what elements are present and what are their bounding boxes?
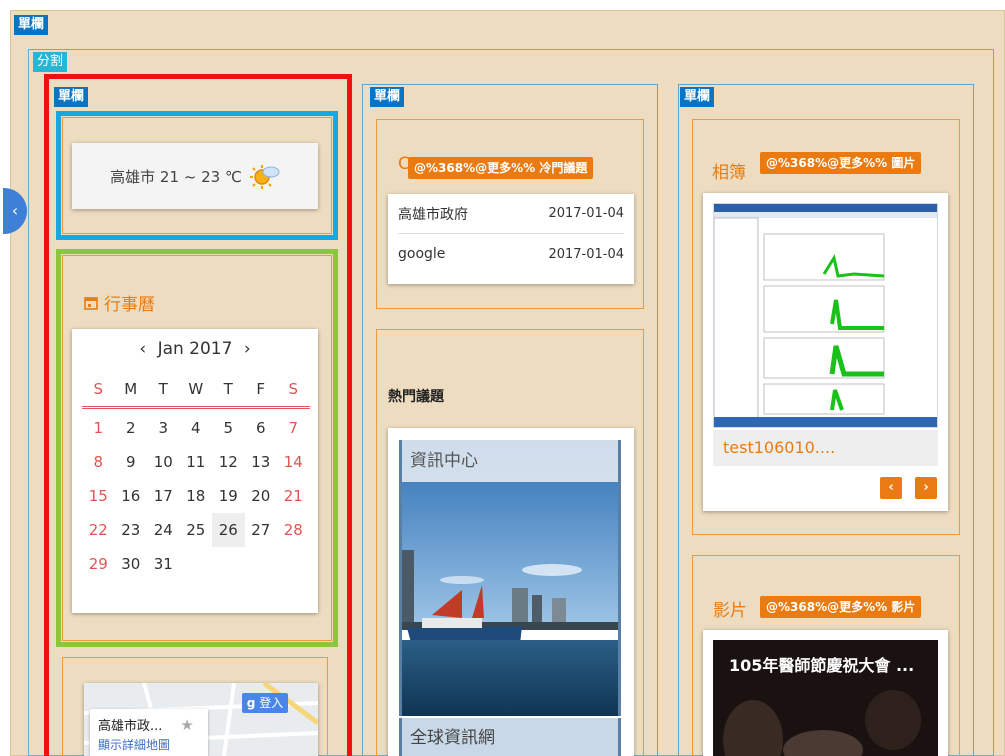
weekday-tue: T: [158, 380, 168, 398]
calendar-day[interactable]: 13: [245, 445, 278, 479]
calendar-day[interactable]: 2: [115, 411, 148, 445]
album-thumbnail[interactable]: [713, 203, 938, 428]
hot-topic-caption: 資訊中心: [402, 440, 618, 482]
calendar-day[interactable]: 30: [115, 547, 148, 581]
weekday-fri: F: [256, 380, 266, 398]
map-widget[interactable]: 高雄市政... ★ 顯示詳細地圖 g 登入: [84, 683, 318, 756]
weather-card: 高雄市 21 ~ 23 ℃: [72, 143, 318, 209]
calendar-day[interactable]: 6: [245, 411, 278, 445]
calendar-day[interactable]: 15: [82, 479, 115, 513]
album-title: 相簿: [712, 163, 746, 183]
calendar-day[interactable]: 25: [180, 513, 213, 547]
calendar-day[interactable]: 28: [277, 513, 310, 547]
calendar-widget: ‹ Jan 2017 › S M T W T F S 1 2 3 4 5 6 7…: [72, 329, 318, 613]
calendar-day[interactable]: 11: [180, 445, 213, 479]
map-login-label: 登入: [259, 696, 284, 710]
calendar-next-button[interactable]: ›: [238, 339, 257, 359]
weekday-wed: W: [188, 380, 204, 398]
calendar-weekday-row: S M T W T F S: [82, 372, 310, 409]
album-caption[interactable]: test106010....: [713, 430, 938, 466]
map-login-button[interactable]: g 登入: [242, 693, 288, 713]
album-screenshot-image: [713, 204, 937, 427]
calendar-icon: [84, 296, 98, 310]
star-icon[interactable]: ★: [180, 716, 193, 734]
map-info-card: 高雄市政... ★ 顯示詳細地圖: [90, 709, 208, 756]
calendar-day[interactable]: 14: [277, 445, 310, 479]
topic-date: 2017-01-04: [548, 246, 624, 262]
split-tag[interactable]: 分割: [33, 52, 68, 72]
calendar-day-today[interactable]: 26: [212, 513, 245, 547]
calendar-day[interactable]: 24: [147, 513, 180, 547]
list-item[interactable]: 高雄市政府 2017-01-04: [398, 194, 624, 234]
calendar-day: [245, 547, 278, 581]
calendar-day[interactable]: 5: [212, 411, 245, 445]
calendar-month-nav: ‹ Jan 2017 ›: [72, 339, 318, 365]
album-prev-button[interactable]: ‹: [880, 477, 902, 499]
hot-topic-slide-2[interactable]: 全球資訊網: [399, 718, 621, 756]
calendar-day[interactable]: 4: [180, 411, 213, 445]
calendar-day[interactable]: 22: [82, 513, 115, 547]
weekday-thu: T: [223, 380, 233, 398]
album-card: test106010.... ‹ ›: [703, 193, 948, 511]
calendar-day[interactable]: 10: [147, 445, 180, 479]
calendar-day[interactable]: 19: [212, 479, 245, 513]
cold-topics-list: 高雄市政府 2017-01-04 google 2017-01-04: [388, 194, 634, 284]
calendar-prev-button[interactable]: ‹: [133, 339, 152, 359]
weekday-mon: M: [124, 380, 138, 398]
calendar-day: [180, 547, 213, 581]
video-card: 105年醫師節慶祝大會 ...: [703, 630, 948, 756]
calendar-day[interactable]: 8: [82, 445, 115, 479]
calendar-day[interactable]: 27: [245, 513, 278, 547]
column-2-tag[interactable]: 單欄: [370, 87, 405, 107]
calendar-day[interactable]: 17: [147, 479, 180, 513]
album-more-button[interactable]: @%368%@更多%% 圖片: [760, 152, 922, 174]
map-place-name: 高雄市政...: [98, 719, 163, 734]
calendar-days: 1 2 3 4 5 6 7 8 9 10 11 12 13 14 15 16 1…: [82, 411, 318, 581]
calendar-day[interactable]: 29: [82, 547, 115, 581]
calendar-day: [277, 547, 310, 581]
hot-topic-slide[interactable]: 資訊中心: [399, 440, 621, 716]
weather-text: 高雄市 21 ~ 23 ℃: [110, 167, 242, 186]
calendar-day[interactable]: 20: [245, 479, 278, 513]
calendar-day[interactable]: 12: [212, 445, 245, 479]
calendar-month-label[interactable]: Jan 2017: [158, 339, 233, 359]
calendar-day[interactable]: 9: [115, 445, 148, 479]
calendar-day[interactable]: 21: [277, 479, 310, 513]
column-3-tag[interactable]: 單欄: [680, 87, 715, 107]
outer-column-tag[interactable]: 單欄: [14, 15, 49, 35]
sun-cloud-icon: [249, 165, 280, 189]
google-plus-icon: g: [246, 696, 256, 710]
calendar-day[interactable]: 1: [82, 411, 115, 445]
calendar-title: 行事曆: [104, 295, 155, 315]
hot-topic-caption-2: 全球資訊網: [410, 728, 495, 748]
album-next-button[interactable]: ›: [915, 477, 937, 499]
column-1-tag[interactable]: 單欄: [54, 87, 89, 107]
calendar-day: [212, 547, 245, 581]
hot-topics-title: 熱門議題: [388, 389, 444, 405]
calendar-heading: 行事曆: [84, 290, 155, 315]
cold-topics-more-button[interactable]: @%368%@更多%% 冷門議題: [408, 157, 594, 179]
weekday-sat: S: [288, 380, 299, 398]
video-title: 影片: [713, 601, 747, 621]
topic-name[interactable]: 高雄市政府: [398, 204, 468, 224]
calendar-day[interactable]: 7: [277, 411, 310, 445]
hot-topics-slider: 資訊中心 全球資訊網: [388, 428, 634, 756]
calendar-day[interactable]: 16: [115, 479, 148, 513]
video-more-button[interactable]: @%368%@更多%% 影片: [760, 596, 922, 618]
list-item[interactable]: google 2017-01-04: [398, 234, 624, 274]
calendar-day[interactable]: 3: [147, 411, 180, 445]
calendar-day[interactable]: 23: [115, 513, 148, 547]
topic-name[interactable]: google: [398, 246, 445, 262]
calendar-day[interactable]: 18: [180, 479, 213, 513]
calendar-day[interactable]: 31: [147, 547, 180, 581]
map-detail-link[interactable]: 顯示詳細地圖: [98, 736, 208, 753]
chevron-left-icon: ‹: [11, 201, 19, 220]
video-player[interactable]: 105年醫師節慶祝大會 ...: [713, 640, 938, 756]
video-caption: 105年醫師節慶祝大會 ...: [729, 656, 915, 675]
weekday-sun: S: [93, 380, 104, 398]
topic-date: 2017-01-04: [548, 206, 624, 221]
